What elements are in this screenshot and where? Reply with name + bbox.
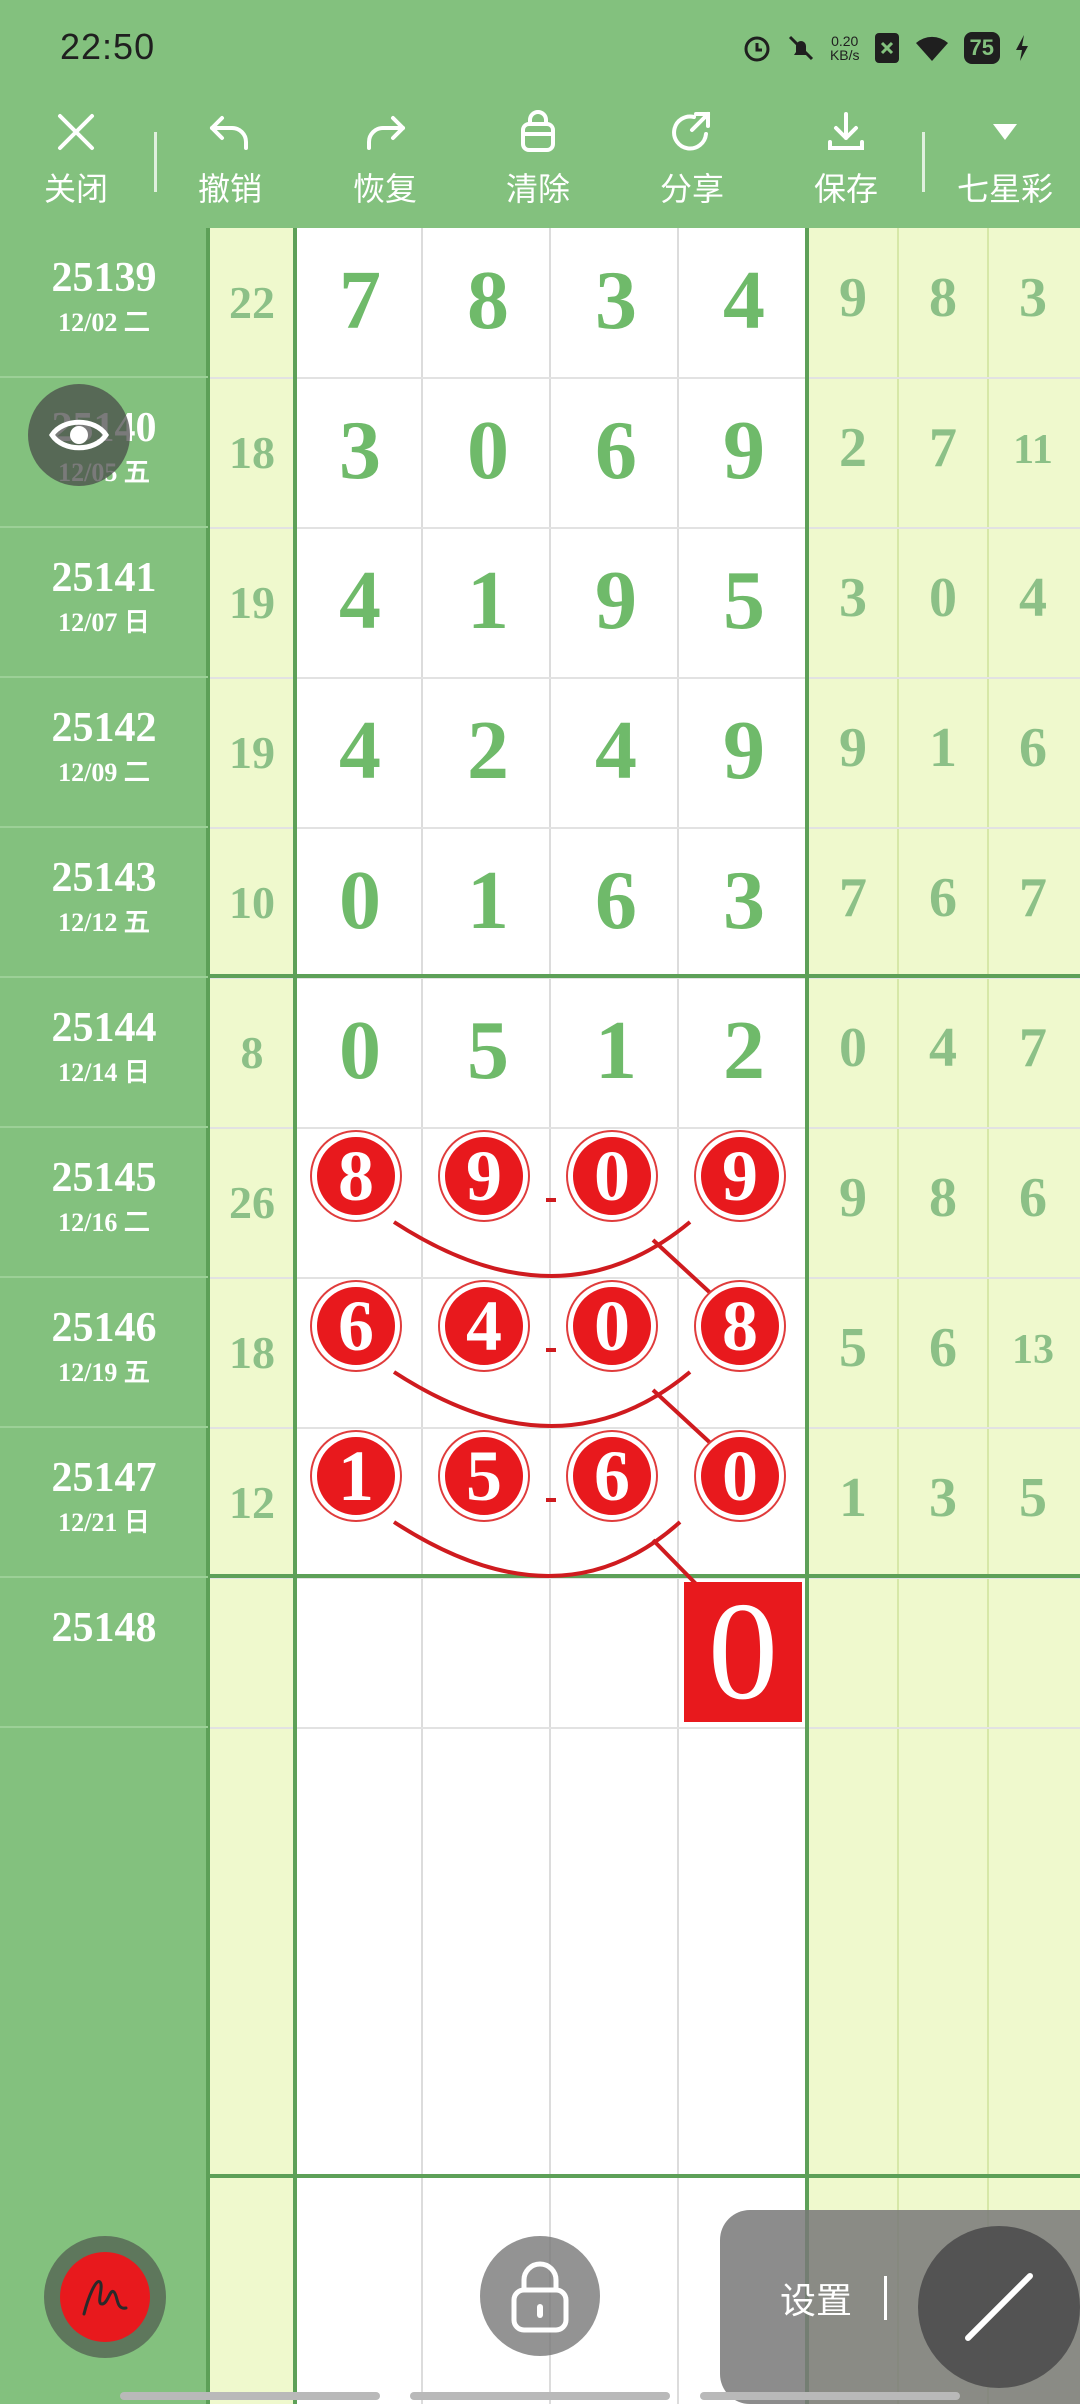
diagonal-line <box>651 1238 720 1302</box>
highlighted-digit-ball[interactable]: 5 <box>440 1432 528 1520</box>
toggle-visibility-button[interactable] <box>28 384 130 486</box>
connection-lines <box>392 1198 720 1590</box>
lock-icon <box>511 2261 569 2333</box>
chart-screen: { "status_bar": { "time": "22:50", "net_… <box>0 0 1080 2404</box>
highlighted-digit-ball[interactable]: 4 <box>440 1282 528 1370</box>
pen-icon <box>82 2280 128 2316</box>
highlighted-digit-ball[interactable]: 0 <box>696 1432 784 1520</box>
highlighted-digit-ball[interactable]: 6 <box>568 1432 656 1520</box>
arc-line <box>392 1520 682 1578</box>
settings-divider <box>884 2276 887 2320</box>
prediction-cell[interactable]: 0 <box>684 1582 802 1722</box>
arc-line <box>392 1220 692 1278</box>
highlighted-digit-ball[interactable]: 8 <box>696 1282 784 1370</box>
diagonal-line <box>651 1388 720 1452</box>
highlighted-digit-ball[interactable]: 0 <box>568 1132 656 1220</box>
settings-panel: 设置 <box>720 2210 1080 2404</box>
diagonal-line <box>651 1538 702 1590</box>
line-tool-button[interactable] <box>918 2226 1080 2388</box>
arc-line <box>392 1370 692 1428</box>
highlighted-digit-ball[interactable]: 8 <box>312 1132 400 1220</box>
highlighted-digit-ball[interactable]: 6 <box>312 1282 400 1370</box>
highlighted-digit-ball[interactable]: 9 <box>440 1132 528 1220</box>
line-tool-icon <box>965 2273 1033 2341</box>
settings-button[interactable]: 设置 <box>780 2272 852 2324</box>
lock-button[interactable] <box>480 2236 600 2356</box>
highlighted-digit-ball[interactable]: 0 <box>568 1282 656 1370</box>
eye-icon <box>49 419 109 451</box>
pen-tool-button[interactable] <box>44 2236 166 2358</box>
highlighted-digit-ball[interactable]: 9 <box>696 1132 784 1220</box>
highlighted-digit-ball[interactable]: 1 <box>312 1432 400 1520</box>
system-nav-bar <box>120 2392 960 2400</box>
